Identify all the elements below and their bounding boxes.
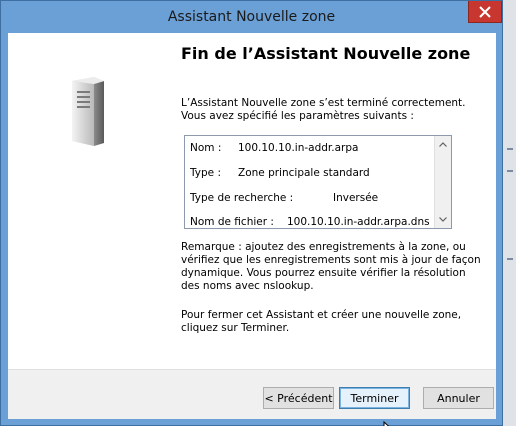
wizard-content: Fin de l’Assistant Nouvelle zone L’Assis… [174, 33, 492, 369]
back-button[interactable]: < Précédent [263, 387, 334, 409]
wizard-window: Assistant Nouvelle zone Fin de l’Assista… [0, 0, 503, 426]
summary-value: Inversée [333, 192, 379, 204]
intro-text: L’Assistant Nouvelle zone s’est terminé … [181, 97, 466, 122]
remark-text: Remarque : ajoutez des enregistrements à… [181, 241, 481, 292]
wizard-client-area: Fin de l’Assistant Nouvelle zone L’Assis… [8, 33, 496, 426]
cancel-button[interactable]: Annuler [423, 387, 494, 409]
desktop-fragment [507, 170, 513, 172]
summary-value: 100.10.10.in-addr.arpa [238, 142, 359, 154]
closing-instruction: Pour fermer cet Assistant et créer une n… [181, 309, 462, 334]
page-title: Fin de l’Assistant Nouvelle zone [181, 44, 471, 63]
summary-line: Nom : 100.10.10.in-addr.arpa [190, 142, 358, 154]
summary-line: Nom de fichier : 100.10.10.in-addr.arpa.… [190, 216, 430, 228]
close-button[interactable] [468, 1, 502, 23]
scroll-down-arrow-icon [439, 217, 447, 222]
summary-label: Type : [190, 167, 221, 179]
desktop-fragment [507, 148, 513, 150]
summary-line: Type de recherche : Inversée [190, 192, 378, 204]
button-bar: < Précédent Terminer Annuler [8, 369, 496, 426]
scroll-up-button[interactable] [435, 136, 451, 153]
summary-value: Zone principale standard [238, 167, 370, 179]
close-icon [479, 5, 491, 18]
title-bar[interactable]: Assistant Nouvelle zone [1, 1, 502, 33]
summary-textbox[interactable]: Nom : 100.10.10.in-addr.arpa Type : Zone… [184, 135, 452, 229]
finish-button[interactable]: Terminer [339, 387, 410, 409]
summary-label: Type de recherche : [190, 192, 294, 204]
desktop-fragment [507, 258, 513, 260]
wizard-side-panel [8, 33, 168, 369]
window-title: Assistant Nouvelle zone [167, 9, 336, 25]
scroll-down-button[interactable] [435, 211, 451, 228]
summary-line: Type : Zone principale standard [190, 167, 370, 179]
mouse-pointer-icon [383, 421, 390, 426]
summary-value: 100.10.10.in-addr.arpa.dns [287, 216, 430, 228]
desktop-background [503, 0, 516, 426]
server-icon [72, 77, 104, 146]
vertical-scrollbar[interactable] [434, 136, 451, 228]
summary-label: Nom : [190, 142, 222, 154]
scroll-up-arrow-icon [439, 142, 447, 147]
summary-label: Nom de fichier : [190, 216, 274, 228]
